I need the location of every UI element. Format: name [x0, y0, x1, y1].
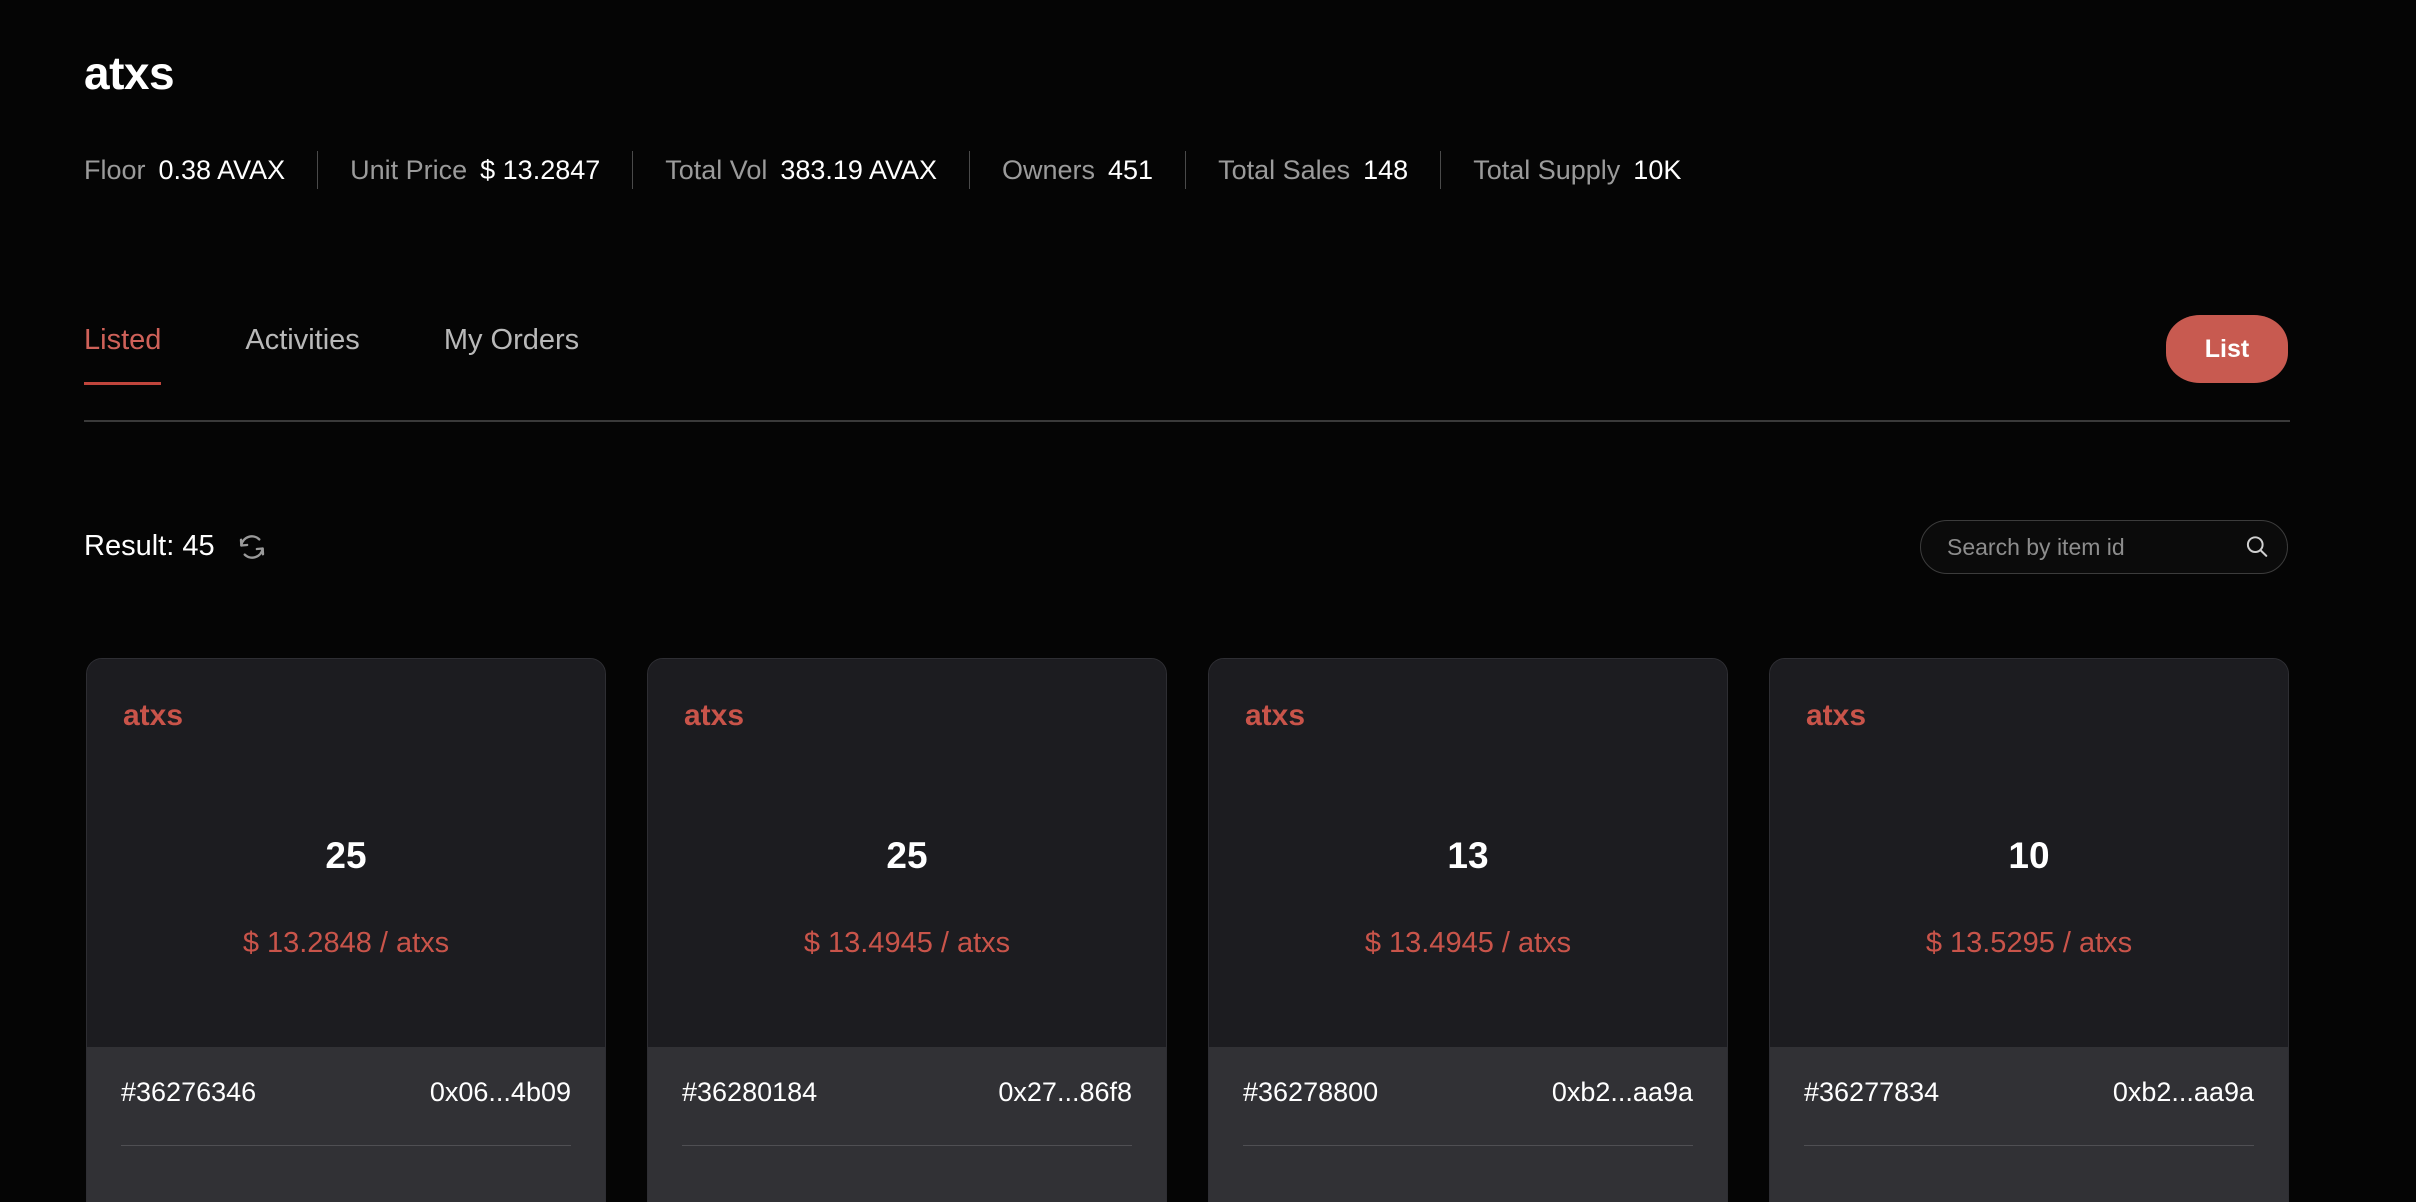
stat-value: 383.19 AVAX: [780, 155, 937, 186]
card-footer-row: #36277834 0xb2...aa9a: [1804, 1077, 2254, 1108]
page-title: atxs: [84, 48, 174, 99]
stat-value: 0.38 AVAX: [159, 155, 286, 186]
stat-divider: [969, 151, 970, 189]
stat-value: $ 13.2847: [480, 155, 600, 186]
card-footer-row: #36278800 0xb2...aa9a: [1243, 1077, 1693, 1108]
tab-activities[interactable]: Activities: [245, 326, 359, 383]
card-footer: #36277834 0xb2...aa9a: [1770, 1047, 2288, 1202]
stat-value: 10K: [1633, 155, 1681, 186]
card-price: $ 13.5295 / atxs: [1770, 929, 2288, 958]
card-symbol: atxs: [1806, 701, 2252, 731]
card-footer-row: #36280184 0x27...86f8: [682, 1077, 1132, 1108]
card-amount: 13: [1209, 837, 1727, 874]
card-amount: 10: [1770, 837, 2288, 874]
card-footer-divider: [1804, 1145, 2254, 1146]
card-item-id: #36276346: [121, 1077, 256, 1108]
card-price: $ 13.2848 / atxs: [87, 929, 605, 958]
tab-my-orders[interactable]: My Orders: [444, 326, 579, 383]
card-owner[interactable]: 0x06...4b09: [430, 1077, 571, 1108]
listing-card[interactable]: atxs 13 $ 13.4945 / atxs #36278800 0xb2.…: [1208, 658, 1728, 1202]
stat-divider: [632, 151, 633, 189]
tab-bar: Listed Activities My Orders: [84, 326, 2290, 422]
search-input[interactable]: [1947, 534, 2243, 561]
stat-total-vol: Total Vol 383.19 AVAX: [665, 155, 937, 186]
card-amount: 25: [648, 837, 1166, 874]
stat-label: Owners: [1002, 155, 1095, 186]
stat-unit-price: Unit Price $ 13.2847: [350, 155, 600, 186]
card-symbol: atxs: [684, 701, 1130, 731]
result-count: Result: 45: [84, 530, 215, 563]
listing-card[interactable]: atxs 25 $ 13.4945 / atxs #36280184 0x27.…: [647, 658, 1167, 1202]
stat-label: Total Supply: [1473, 155, 1620, 186]
stat-divider: [1185, 151, 1186, 189]
card-owner[interactable]: 0x27...86f8: [998, 1077, 1132, 1108]
stat-total-supply: Total Supply 10K: [1473, 155, 1681, 186]
stat-label: Floor: [84, 155, 146, 186]
stat-value: 148: [1363, 155, 1408, 186]
search-icon[interactable]: [2243, 533, 2271, 561]
card-body: atxs 25 $ 13.2848 / atxs: [87, 659, 605, 1047]
card-body: atxs 25 $ 13.4945 / atxs: [648, 659, 1166, 1047]
listing-card[interactable]: atxs 10 $ 13.5295 / atxs #36277834 0xb2.…: [1769, 658, 2289, 1202]
stat-value: 451: [1108, 155, 1153, 186]
card-body: atxs 13 $ 13.4945 / atxs: [1209, 659, 1727, 1047]
stat-label: Total Vol: [665, 155, 767, 186]
stat-floor: Floor 0.38 AVAX: [84, 155, 285, 186]
stat-label: Unit Price: [350, 155, 467, 186]
stat-owners: Owners 451: [1002, 155, 1153, 186]
stat-divider: [1440, 151, 1441, 189]
card-symbol: atxs: [1245, 701, 1691, 731]
card-item-id: #36278800: [1243, 1077, 1378, 1108]
tab-listed[interactable]: Listed: [84, 326, 161, 383]
card-item-id: #36280184: [682, 1077, 817, 1108]
card-footer: #36276346 0x06...4b09: [87, 1047, 605, 1202]
card-footer-divider: [682, 1145, 1132, 1146]
list-button[interactable]: List: [2166, 315, 2288, 383]
card-footer-row: #36276346 0x06...4b09: [121, 1077, 571, 1108]
card-footer-divider: [121, 1145, 571, 1146]
card-body: atxs 10 $ 13.5295 / atxs: [1770, 659, 2288, 1047]
stat-total-sales: Total Sales 148: [1218, 155, 1408, 186]
collection-stats: Floor 0.38 AVAX Unit Price $ 13.2847 Tot…: [84, 148, 1681, 192]
card-item-id: #36277834: [1804, 1077, 1939, 1108]
collection-page: atxs Floor 0.38 AVAX Unit Price $ 13.284…: [0, 0, 2416, 1202]
tabs: Listed Activities My Orders: [84, 326, 2290, 420]
card-price: $ 13.4945 / atxs: [648, 929, 1166, 958]
result-row: Result: 45: [84, 530, 267, 563]
card-price: $ 13.4945 / atxs: [1209, 929, 1727, 958]
stat-divider: [317, 151, 318, 189]
card-footer: #36278800 0xb2...aa9a: [1209, 1047, 1727, 1202]
card-amount: 25: [87, 837, 605, 874]
card-footer: #36280184 0x27...86f8: [648, 1047, 1166, 1202]
search-box[interactable]: [1920, 520, 2288, 574]
card-owner[interactable]: 0xb2...aa9a: [2113, 1077, 2254, 1108]
refresh-icon[interactable]: [237, 532, 267, 562]
listing-cards: atxs 25 $ 13.2848 / atxs #36276346 0x06.…: [86, 658, 2289, 1202]
stat-label: Total Sales: [1218, 155, 1350, 186]
card-owner[interactable]: 0xb2...aa9a: [1552, 1077, 1693, 1108]
listing-card[interactable]: atxs 25 $ 13.2848 / atxs #36276346 0x06.…: [86, 658, 606, 1202]
card-symbol: atxs: [123, 701, 569, 731]
card-footer-divider: [1243, 1145, 1693, 1146]
